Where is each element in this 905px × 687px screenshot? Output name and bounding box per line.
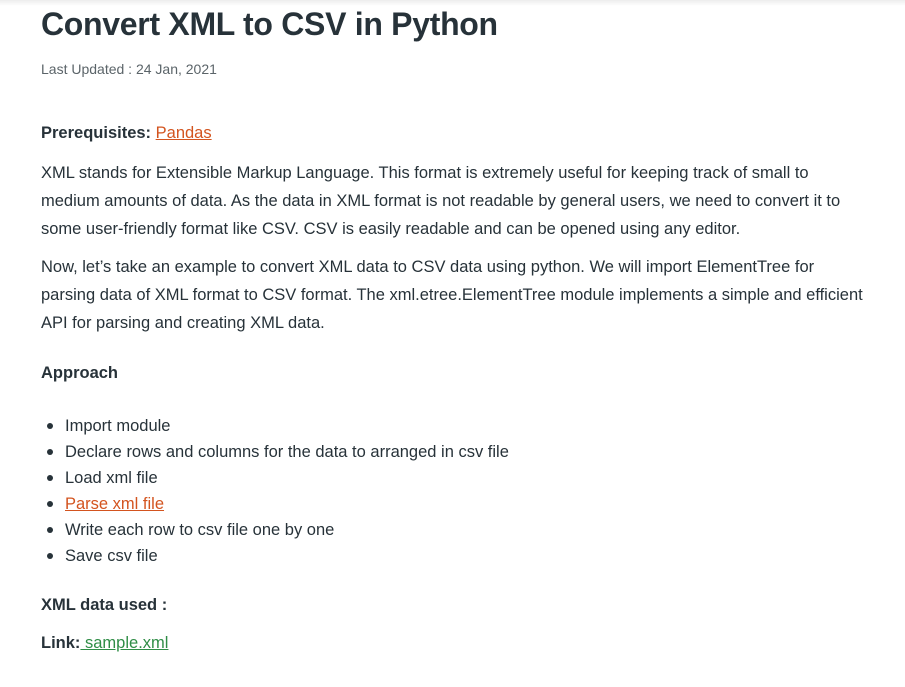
step-text: Load xml file — [65, 469, 158, 487]
xml-data-heading: XML data used : — [41, 596, 168, 614]
prerequisites-label: Prerequisites: — [41, 124, 152, 142]
sample-xml-link[interactable]: sample.xml — [80, 634, 168, 652]
parse-xml-file-link[interactable]: Parse xml file — [65, 495, 164, 513]
step-text: Write each row to csv file one by one — [65, 521, 335, 539]
approach-steps-list: Import module Declare rows and columns f… — [41, 413, 509, 569]
prerequisites-line: Prerequisites: Pandas — [41, 124, 212, 143]
list-item: Declare rows and columns for the data to… — [41, 439, 509, 465]
list-item: Write each row to csv file one by one — [41, 517, 509, 543]
bullet-icon — [47, 475, 53, 481]
example-paragraph: Now, let’s take an example to convert XM… — [41, 258, 863, 332]
pandas-link[interactable]: Pandas — [156, 124, 212, 142]
bullet-icon — [47, 501, 53, 507]
list-item: Load xml file — [41, 465, 509, 491]
list-item: Import module — [41, 413, 509, 439]
step-text: Save csv file — [65, 547, 158, 565]
step-text: Import module — [65, 417, 171, 435]
bullet-icon — [47, 553, 53, 559]
link-label: Link: — [41, 634, 81, 652]
last-updated-date: Last Updated : 24 Jan, 2021 — [41, 61, 217, 77]
sample-link-line: Link: sample.xml — [41, 634, 168, 653]
step-text: Declare rows and columns for the data to… — [65, 443, 509, 461]
page-title: Convert XML to CSV in Python — [41, 6, 498, 42]
bullet-icon — [47, 527, 53, 533]
intro-paragraph: XML stands for Extensible Markup Languag… — [41, 164, 841, 238]
list-item: Save csv file — [41, 543, 509, 569]
approach-heading: Approach — [41, 364, 119, 382]
bullet-icon — [47, 423, 53, 429]
bullet-icon — [47, 449, 53, 455]
list-item: Parse xml file — [41, 491, 509, 517]
